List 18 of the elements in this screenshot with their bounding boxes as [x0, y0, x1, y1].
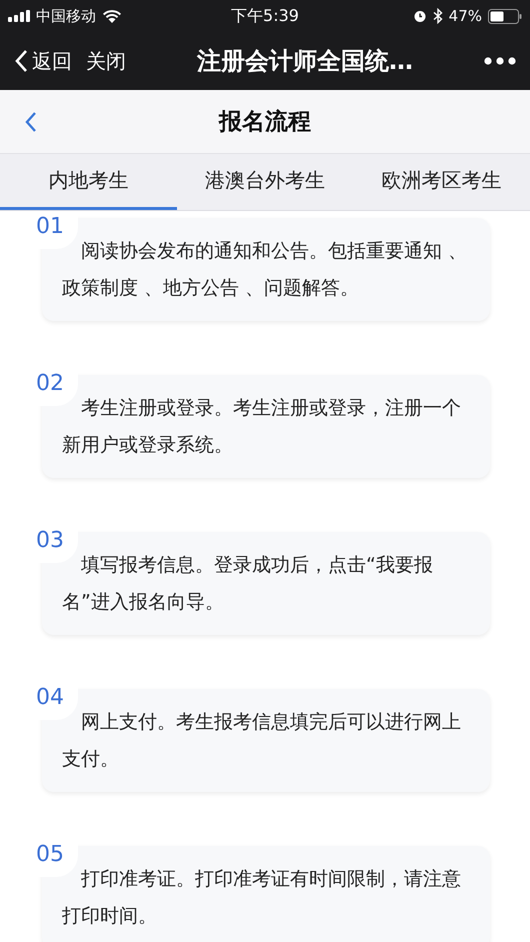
back-button[interactable]: 返回: [14, 48, 72, 74]
wifi-icon: [102, 9, 122, 23]
alarm-icon: [412, 9, 427, 23]
battery-icon: [488, 8, 522, 24]
battery-percent: 47%: [448, 7, 482, 25]
back-icon: [24, 110, 38, 134]
bluetooth-icon: [432, 8, 443, 24]
back-button[interactable]: [24, 110, 38, 134]
back-icon: [14, 49, 28, 73]
page-title: 注册会计师全国统…: [196, 46, 414, 77]
carrier-name: 中国移动: [36, 6, 96, 26]
more-icon: [484, 57, 516, 65]
clock-time: 下午5:39: [231, 6, 299, 26]
close-button[interactable]: 关闭: [86, 48, 126, 74]
tab[interactable]: 欧洲考区考生: [353, 154, 530, 210]
header-title: 报名流程: [219, 108, 311, 137]
signal-icon: [8, 10, 30, 22]
tab[interactable]: 港澳台外考生: [176, 154, 354, 210]
